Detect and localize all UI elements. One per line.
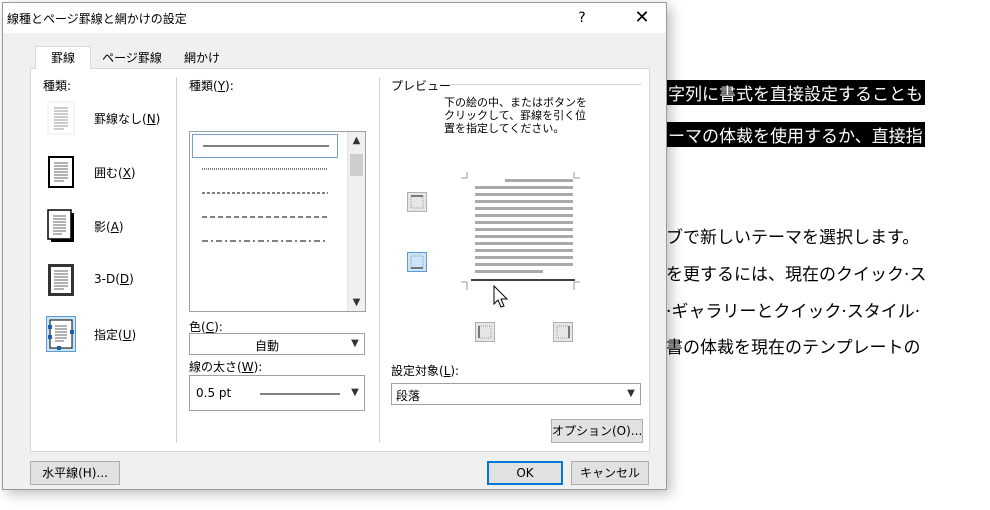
apply-to-value: 段落 [396,389,421,403]
scroll-down-icon[interactable]: ▼ [348,294,365,311]
apply-to-tail: ): [450,364,460,378]
scroll-thumb[interactable] [350,154,363,176]
line-width-dropdown[interactable]: 0.5 pt ▼ [189,375,365,411]
title-bar: 線種とページ罫線と網かけの設定 ? ✕ [3,3,666,33]
setting-none-tail: ) [155,112,161,126]
apply-to-label: 設定対象( [391,364,444,378]
setting-3d[interactable]: 3-D(D) [46,262,176,298]
dialog-title: 線種とページ罫線と網かけの設定 [7,12,187,26]
setting-box-label: 囲む( [94,166,123,180]
width-value: 0.5 pt [196,386,232,400]
line-style-dashed[interactable] [192,206,338,230]
doc-line-2: ーマの体裁を使用するか、直接指 [666,122,925,147]
borders-and-shading-dialog: 線種とページ罫線と網かけの設定 ? ✕ 罫線 ページ罫線 網かけ 種類: 罫線な… [2,2,667,490]
line-style-scrollbar[interactable]: ▲ ▼ [347,132,365,311]
preview-instructions-3: 置を指定してください。 [444,122,565,135]
border-bottom-icon[interactable] [407,252,427,272]
doc-line-1: 字列に書式を直接設定することも [666,80,925,105]
border-3d-icon [46,262,76,298]
setting-none[interactable]: 罫線なし(N) [46,100,176,136]
line-style-listbox[interactable]: ▲ ▼ [189,131,366,312]
tab-page-border[interactable]: ページ罫線 [91,47,173,69]
setting-box-tail: ) [130,166,136,180]
setting-custom-label: 指定( [94,328,123,342]
preview-header-rule [451,84,641,85]
preview-diagram[interactable] [461,172,581,312]
line-style-dashed-small[interactable] [192,182,338,206]
setting-shadow[interactable]: 影(A) [46,208,176,244]
setting-shadow-key: A [110,220,119,234]
chevron-down-icon: ▼ [627,388,635,399]
close-button[interactable]: ✕ [625,6,659,30]
line-style-dash-dot[interactable] [192,230,338,254]
doc-line-6: 書の体裁を現在のテンプレートの [666,338,921,358]
preview-label: プレビュー [391,79,452,93]
tab-borders[interactable]: 罫線 [35,46,91,69]
border-left-icon[interactable] [475,322,495,342]
setting-custom[interactable]: 指定(U) [46,316,176,352]
style-key: Y [217,79,226,93]
width-tail: ): [253,360,263,374]
divider-right [379,77,380,443]
chevron-down-icon: ▼ [351,387,359,398]
help-button[interactable]: ? [567,6,597,30]
tab-shading[interactable]: 網かけ [175,47,229,69]
setting-box[interactable]: 囲む(X) [46,154,176,190]
ok-button[interactable]: OK [487,461,563,485]
border-box-icon [46,154,76,190]
line-style-dotted-fine[interactable] [192,158,338,182]
preview-instructions-1: 下の絵の中、またはボタンを [444,96,587,109]
horizontal-line-button[interactable]: 水平線(H)... [30,461,120,485]
color-label: 色( [189,320,206,334]
border-none-icon [46,100,76,136]
width-label: 線の太さ( [189,360,242,374]
dialog-client-area: 罫線 ページ罫線 網かけ 種類: 罫線なし(N) 囲む(X) 影(A) 3-D(… [3,33,666,489]
setting-none-key: N [146,112,156,126]
scroll-up-icon[interactable]: ▲ [348,132,365,149]
setting-3d-tail: ) [129,272,134,286]
color-tail: ): [214,320,223,334]
border-shadow-icon [46,208,76,244]
setting-label: 種類: [43,79,72,93]
apply-to-dropdown[interactable]: 段落 ▼ [391,383,641,405]
line-style-solid[interactable] [192,134,338,158]
border-top-icon[interactable] [407,192,427,212]
preview-instructions-2: クリックして、罫線を引く位 [444,109,587,122]
doc-line-3: ブで新しいテーマを選択します。 [666,228,920,248]
doc-line-4: を更するには、現在のクイック·ス [666,265,927,285]
color-value: 自動 [255,339,280,353]
setting-3d-key: D [119,272,130,286]
mouse-pointer-icon [493,285,509,308]
border-right-icon[interactable] [553,322,573,342]
tab-panel-borders: 種類: 罫線なし(N) 囲む(X) 影(A) 3-D(D) 指定(U) 種類(Y… [30,68,650,452]
border-custom-icon [46,316,76,352]
width-key: W [241,360,254,374]
setting-shadow-label: 影( [94,220,111,234]
doc-line-5: ·ギャラリーとクイック·スタイル· [666,302,921,322]
chevron-down-icon: ▼ [351,338,359,349]
color-key: C [205,320,215,334]
divider-left [176,77,177,443]
setting-custom-tail: ) [131,328,137,342]
width-sample-line [260,393,340,395]
style-label: 種類( [189,79,218,93]
setting-box-key: X [122,166,131,180]
setting-3d-label: 3-D( [94,272,120,286]
cancel-button[interactable]: キャンセル [571,461,649,485]
setting-none-label: 罫線なし( [94,112,147,126]
style-tail: ): [225,79,234,93]
options-button[interactable]: オプション(O)... [551,419,643,443]
setting-shadow-tail: ) [118,220,124,234]
color-dropdown[interactable]: 自動 ▼ [189,333,365,355]
